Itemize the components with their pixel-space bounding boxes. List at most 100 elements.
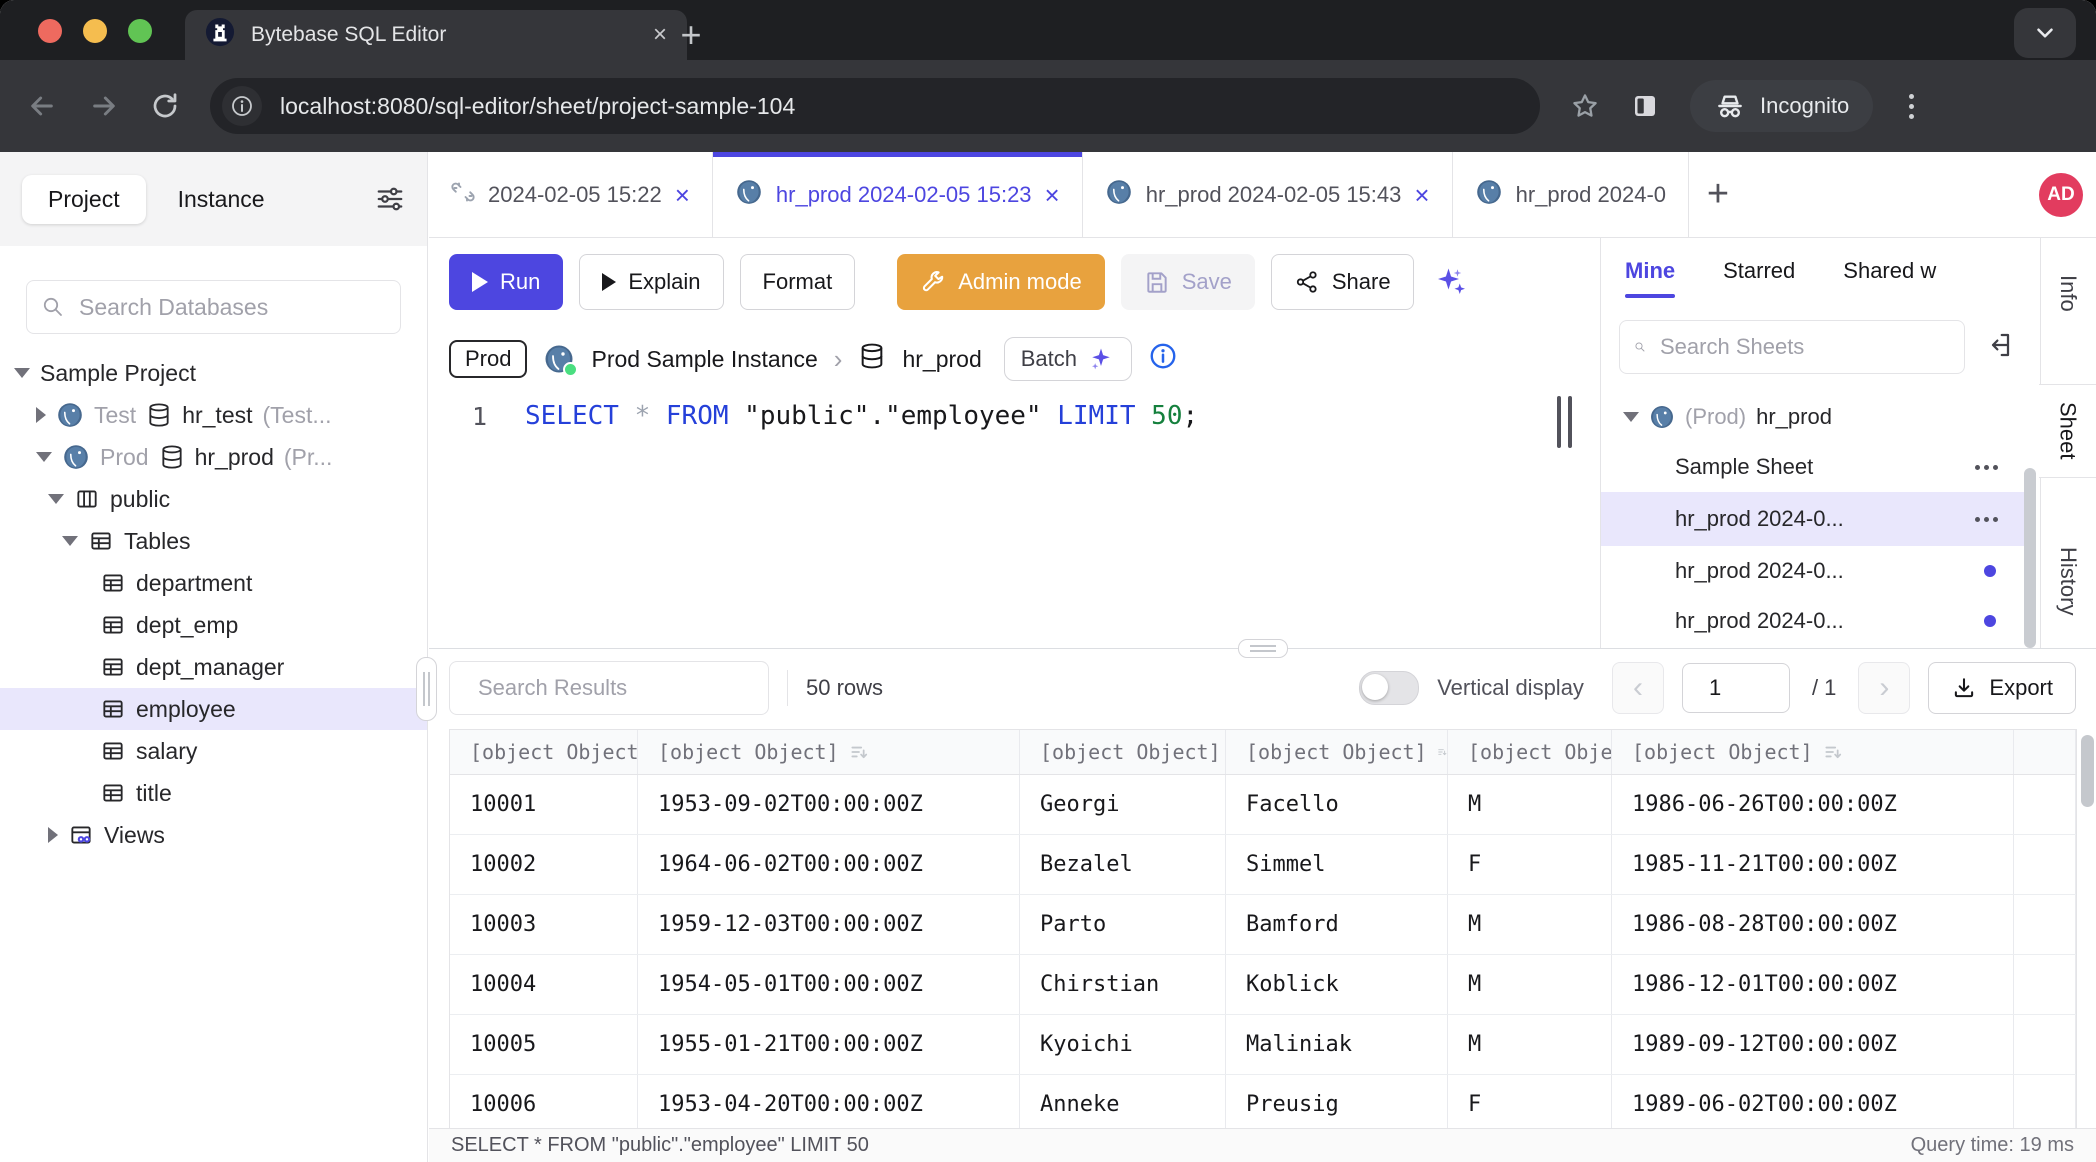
sheet-menu-icon[interactable] (1975, 517, 1998, 522)
main-area: 2024-02-05 15:22 × hr_prod 2024-02-05 15… (429, 152, 2096, 1162)
tree-item[interactable]: title (0, 772, 427, 814)
close-worksheet-icon[interactable]: × (1414, 182, 1429, 208)
results-search[interactable] (449, 661, 769, 715)
side-tab-sheet[interactable]: Sheet (2039, 384, 2096, 478)
tree-item[interactable]: Views (0, 814, 427, 856)
column-header[interactable]: [object Object] (1448, 730, 1612, 774)
column-header[interactable]: [object Object] (1020, 730, 1226, 774)
export-button[interactable]: Export (1928, 662, 2076, 714)
sheet-list-item[interactable]: hr_prod 2024-0... (1601, 492, 2026, 546)
database-search-input[interactable] (77, 293, 386, 322)
forward-icon[interactable] (88, 90, 120, 122)
caret-down-icon[interactable] (62, 536, 78, 546)
caret-right-icon[interactable] (48, 827, 58, 843)
editor-scrollbar[interactable] (1557, 396, 1572, 448)
ai-sparkle-icon[interactable] (1432, 264, 1468, 300)
tree-item[interactable]: dept_manager (0, 646, 427, 688)
column-header[interactable]: [object Object] (450, 730, 638, 774)
tree-item[interactable]: dept_emp (0, 604, 427, 646)
share-button[interactable]: Share (1271, 254, 1414, 310)
info-icon[interactable] (1148, 341, 1178, 377)
reload-icon[interactable] (150, 91, 180, 121)
next-page-button[interactable]: › (1858, 662, 1910, 714)
browser-tab-close-icon[interactable]: × (653, 23, 667, 47)
sheet-list-item[interactable]: (Prod) hr_prod (1601, 392, 2026, 442)
sheet-menu-icon[interactable] (1975, 465, 1998, 470)
tree-item[interactable]: Tables (0, 520, 427, 562)
results-search-input[interactable] (476, 674, 768, 702)
close-worksheet-icon[interactable]: × (1045, 182, 1060, 208)
column-header[interactable]: [object Object] (638, 730, 1020, 774)
maximize-window-button[interactable] (128, 19, 152, 43)
browser-menu-icon[interactable] (1903, 94, 1920, 119)
side-tab-history[interactable]: History (2040, 514, 2096, 648)
results-scrollbar[interactable] (2081, 735, 2094, 807)
caret-down-icon[interactable] (36, 452, 52, 462)
sheet-list-item[interactable]: hr_prod 2024-0... (1601, 596, 2026, 646)
site-info-icon[interactable] (222, 86, 262, 126)
tree-item[interactable]: Sample Project (0, 352, 427, 394)
save-button[interactable]: Save (1121, 254, 1255, 310)
run-button[interactable]: Run (449, 254, 563, 310)
caret-down-icon[interactable] (48, 494, 64, 504)
filter-sliders-icon[interactable] (375, 184, 405, 214)
database-search[interactable] (26, 280, 401, 334)
add-worksheet-button[interactable]: + (1689, 152, 1747, 237)
sheet-panel-tab[interactable]: Starred (1723, 258, 1795, 298)
import-sheet-icon[interactable] (1983, 330, 2013, 365)
database-name[interactable]: hr_prod (902, 346, 981, 373)
column-header[interactable]: [object Object] (1612, 730, 2014, 774)
sort-icon[interactable] (849, 742, 869, 762)
sidebar-resize-handle[interactable] (416, 657, 437, 721)
close-worksheet-icon[interactable]: × (675, 182, 690, 208)
panel-resize-handle[interactable] (1238, 639, 1288, 658)
prev-page-button[interactable]: ‹ (1612, 662, 1664, 714)
close-window-button[interactable] (38, 19, 62, 43)
sql-editor[interactable]: 1 SELECT * FROM "public"."employee" LIMI… (429, 392, 1600, 648)
sheet-panel-tab[interactable]: Mine (1625, 258, 1675, 298)
tree-item[interactable]: employee (0, 688, 427, 730)
minimize-window-button[interactable] (83, 19, 107, 43)
tree-item[interactable]: public (0, 478, 427, 520)
caret-right-icon[interactable] (36, 407, 46, 423)
sheet-list-item[interactable]: hr_prod 2024-0... (1601, 546, 2026, 596)
tree-item[interactable]: Test hr_test (Test... (0, 394, 427, 436)
instance-name[interactable]: Prod Sample Instance (591, 346, 817, 373)
side-tab-info[interactable]: Info (2040, 248, 2096, 338)
bookmark-star-icon[interactable] (1570, 91, 1600, 121)
format-button[interactable]: Format (740, 254, 856, 310)
batch-button[interactable]: Batch (1004, 337, 1132, 381)
unsaved-dot (1984, 615, 1996, 627)
tab-overview-button[interactable] (2014, 8, 2076, 58)
sheet-panel-tab[interactable]: Shared w (1843, 258, 1936, 298)
side-panel-icon[interactable] (1630, 91, 1660, 121)
sidebar-tab[interactable]: Instance (152, 175, 291, 224)
address-bar[interactable]: localhost:8080/sql-editor/sheet/project-… (210, 78, 1540, 134)
avatar[interactable]: AD (2039, 173, 2083, 217)
sheet-list-item[interactable]: Sample Sheet (1601, 442, 2026, 492)
admin-mode-button[interactable]: Admin mode (897, 254, 1105, 310)
tree-item[interactable]: Prod hr_prod (Pr... (0, 436, 427, 478)
sidebar-tab[interactable]: Project (22, 175, 146, 224)
vertical-display-toggle[interactable] (1359, 671, 1419, 705)
explain-button[interactable]: Explain (579, 254, 723, 310)
caret-down-icon[interactable] (1623, 412, 1639, 422)
back-icon[interactable] (26, 90, 58, 122)
tree-item[interactable]: department (0, 562, 427, 604)
sheet-search[interactable] (1619, 320, 1965, 374)
page-input[interactable] (1682, 663, 1790, 713)
caret-down-icon[interactable] (14, 368, 30, 378)
sort-icon[interactable] (1437, 742, 1447, 762)
column-header[interactable]: [object Object] (1226, 730, 1448, 774)
worksheet-tab[interactable]: hr_prod 2024-0 (1453, 152, 1689, 237)
sort-icon[interactable] (1823, 742, 1843, 762)
browser-tab[interactable]: Bytebase SQL Editor × (185, 10, 687, 60)
tree-item[interactable]: salary (0, 730, 427, 772)
sheet-list-scrollbar[interactable] (2024, 468, 2036, 648)
worksheet-tab[interactable]: hr_prod 2024-02-05 15:43 × (1083, 152, 1453, 237)
worksheet-tab[interactable]: 2024-02-05 15:22 × (429, 152, 713, 237)
new-browser-tab-button[interactable]: + (668, 12, 714, 58)
environment-chip[interactable]: Prod (449, 340, 527, 378)
sheet-search-input[interactable] (1658, 333, 1950, 361)
worksheet-tab[interactable]: hr_prod 2024-02-05 15:23 × (713, 152, 1083, 237)
